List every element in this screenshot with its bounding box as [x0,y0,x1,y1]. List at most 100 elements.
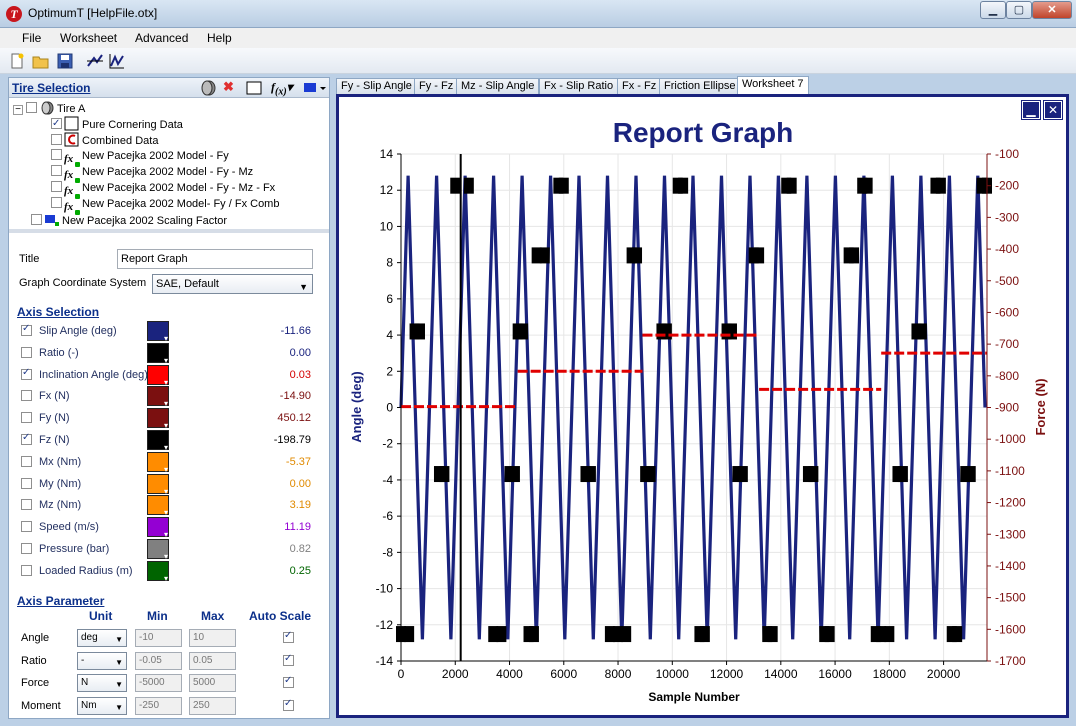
tree-node-model-fy[interactable]: fx New Pacejka 2002 Model - Fy [51,148,229,167]
auto-scale-checkbox[interactable] [283,675,294,688]
tab-mz-slip-angle[interactable]: Mz - Slip Angle [456,78,540,94]
axis-color-picker[interactable] [147,539,169,561]
tree-checkbox[interactable] [51,116,62,132]
tab-fx-fz[interactable]: Fx - Fz [617,78,662,94]
menu-advanced[interactable]: Advanced [135,31,188,45]
axis-checkbox[interactable] [21,367,32,380]
auto-scale-checkbox[interactable] [283,653,294,666]
axis-checkbox[interactable] [21,346,32,358]
min-input[interactable]: -250 [135,696,182,715]
y-right-tick-label: -1500 [995,591,1026,605]
tree-node-model-fy-mz-fx[interactable]: fx New Pacejka 2002 Model - Fy - Mz - Fx [51,180,275,199]
coord-system-select[interactable]: SAE, Default ▼ [152,274,313,294]
fx-model-icon[interactable]: f(x)▾ [271,80,293,97]
minimize-button[interactable]: ▁ [980,1,1006,19]
open-icon[interactable] [32,52,50,70]
axis-color-picker[interactable] [147,495,169,517]
tree-label: New Pacejka 2002 Model - Fy [82,150,229,162]
scaling-factor-icon[interactable] [303,81,327,95]
min-header: Min [147,609,168,623]
x-tick-label: 0 [398,667,405,681]
axis-checkbox[interactable] [21,477,32,489]
min-input[interactable]: -0.05 [135,651,182,670]
graph-icon[interactable] [108,52,126,70]
tab-fy-fz[interactable]: Fy - Fz [414,78,459,94]
menu-file[interactable]: File [22,31,41,45]
tree-checkbox[interactable] [31,214,42,225]
max-input[interactable]: 5000 [189,674,236,692]
min-input[interactable]: -10 [135,629,182,647]
fit-icon[interactable] [86,52,104,70]
close-button[interactable]: ✕ [1032,1,1072,19]
tree-checkbox[interactable] [51,134,62,145]
axis-row: Mx (Nm) -5.37 [21,451,321,474]
tree-checkbox[interactable] [51,165,62,176]
unit-select[interactable]: deg ▼ [77,629,127,647]
axis-color-picker[interactable] [147,560,169,583]
tree-checkbox[interactable] [51,197,62,208]
title-input[interactable]: Report Graph [117,249,313,269]
axis-checkbox[interactable] [21,390,32,402]
unit-select[interactable]: N ▼ [77,674,127,692]
axis-value: 0.03 [289,368,311,381]
axis-value: -198.79 [273,434,311,446]
axis-checkbox[interactable] [21,499,32,511]
tree-checkbox[interactable] [51,181,62,192]
axis-checkbox[interactable] [21,543,32,554]
tree-label: New Pacejka 2002 Model - Fy - Mz [82,166,254,178]
axis-color-picker[interactable] [147,408,169,430]
menu-help[interactable]: Help [207,31,232,45]
tree-node-pure-cornering[interactable]: Pure Cornering Data [51,116,183,132]
collapse-icon[interactable]: − [13,105,23,115]
tree-node-model-comb[interactable]: fx New Pacejka 2002 Model- Fy / Fx Comb [51,196,279,215]
maximize-button[interactable]: ▢ [1006,1,1032,19]
save-icon[interactable] [56,52,74,70]
fz-point [496,626,507,643]
new-icon[interactable] [8,52,26,70]
axis-checkbox[interactable] [21,412,32,424]
max-input[interactable]: 250 [189,696,236,715]
tree-checkbox[interactable] [51,149,62,160]
max-input[interactable]: 0.05 [189,651,236,670]
auto-scale-checkbox[interactable] [283,630,294,643]
axis-checkbox[interactable] [21,323,32,336]
axis-checkbox[interactable] [21,564,32,576]
axis-color-picker[interactable] [147,473,169,496]
axis-color-picker[interactable] [147,451,169,474]
tree-node-tire-a[interactable]: − Tire A [13,100,85,116]
tree-checkbox[interactable] [26,102,37,113]
unit-select[interactable]: - ▼ [77,651,127,670]
tree-node-combined-data[interactable]: Combined Data [51,132,158,148]
axis-checkbox[interactable] [21,521,32,533]
axis-color-picker[interactable] [147,321,169,343]
tree-node-scaling-factor[interactable]: New Pacejka 2002 Scaling Factor [31,212,227,228]
max-input[interactable]: 10 [189,629,236,647]
axis-color-picker[interactable] [147,364,169,387]
axis-color-picker[interactable] [147,386,169,408]
tab-worksheet-7[interactable]: Worksheet 7 [737,76,809,94]
graph-close-button[interactable]: ✕ [1043,100,1063,120]
axis-checkbox[interactable] [21,432,32,445]
axis-label: Pressure (bar) [39,543,110,555]
axis-label: Mz (Nm) [39,499,82,512]
tab-friction-ellipse[interactable]: Friction Ellipse [659,78,741,94]
restore-button[interactable]: ▁ [1021,100,1041,120]
min-input[interactable]: -5000 [135,674,182,692]
menu-worksheet[interactable]: Worksheet [60,31,117,45]
auto-scale-checkbox[interactable] [283,698,294,711]
delete-icon[interactable]: ✖ [223,79,234,95]
coord-system-label: Graph Coordinate System [19,277,147,289]
axis-color-picker[interactable] [147,430,169,452]
tab-fx-slip-ratio[interactable]: Fx - Slip Ratio [539,78,619,94]
report-graph[interactable]: Report Graph 0 2000 4000 6000 8000 10000 12000… [339,97,1066,715]
data-page-icon[interactable] [245,80,263,96]
tire-icon[interactable] [199,80,217,96]
tree-node-model-fy-mz[interactable]: fx New Pacejka 2002 Model - Fy - Mz [51,164,254,183]
worksheet-tabs: Fy - Slip Angle Fy - Fz Mz - Slip Angle … [336,76,1076,94]
fz-point [824,626,835,643]
tab-fy-slip-angle[interactable]: Fy - Slip Angle [336,78,417,94]
axis-checkbox[interactable] [21,455,32,467]
unit-select[interactable]: Nm ▼ [77,696,127,715]
axis-color-picker[interactable] [147,517,169,539]
axis-color-picker[interactable] [147,342,169,365]
